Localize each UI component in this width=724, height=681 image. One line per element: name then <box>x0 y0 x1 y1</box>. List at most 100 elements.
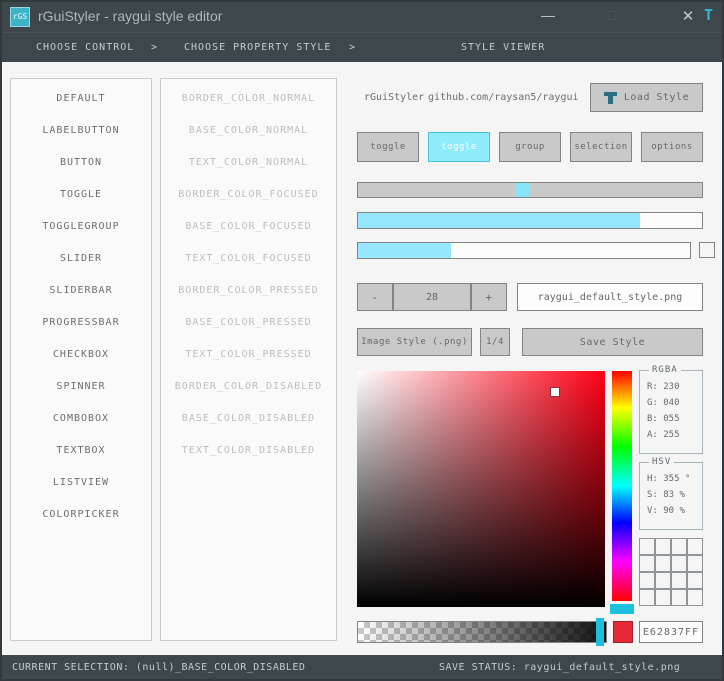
rgba-panel: RGBA R: 230 G: 040 B: 055 A: 255 <box>639 365 703 454</box>
palette-cell[interactable] <box>687 589 703 606</box>
tab-choose-control[interactable]: CHOOSE CONTROL <box>36 42 134 53</box>
demo-slider[interactable] <box>357 182 703 198</box>
color-picker-cursor[interactable] <box>550 387 561 398</box>
load-style-label: Load Style <box>623 92 690 103</box>
hsv-saturation-value: S: 83 % <box>647 490 685 500</box>
property-list-item[interactable]: BASE_COLOR_PRESSED <box>161 306 336 338</box>
rguistyler-window: rGS rGuiStyler - raygui style editor — □… <box>0 0 724 681</box>
property-list-item[interactable]: BORDER_COLOR_PRESSED <box>161 274 336 306</box>
hue-bar[interactable] <box>610 371 634 615</box>
toggle-button-group[interactable]: group <box>499 132 561 162</box>
repo-link: github.com/raysan5/raygui <box>428 92 579 103</box>
control-list-item[interactable]: COLORPICKER <box>11 498 151 530</box>
property-list-item[interactable]: TEXT_COLOR_DISABLED <box>161 434 336 466</box>
control-list-item[interactable]: SLIDERBAR <box>11 274 151 306</box>
control-list-item[interactable]: SPINNER <box>11 370 151 402</box>
palette-cell[interactable] <box>639 589 655 606</box>
corner-icon: T <box>704 6 714 24</box>
toggle-button-1[interactable]: toggle <box>357 132 419 162</box>
load-style-button[interactable]: Load Style <box>590 83 703 112</box>
palette-cell[interactable] <box>655 589 671 606</box>
control-list-item[interactable]: PROGRESSBAR <box>11 306 151 338</box>
save-status: SAVE STATUS: raygui_default_style.png <box>439 662 681 673</box>
property-list-item[interactable]: TEXT_COLOR_NORMAL <box>161 146 336 178</box>
color-picker-area[interactable] <box>357 371 605 607</box>
control-list-item[interactable]: CHECKBOX <box>11 338 151 370</box>
property-list-item[interactable]: BASE_COLOR_DISABLED <box>161 402 336 434</box>
statusbar: CURRENT SELECTION: (null)_BASE_COLOR_DIS… <box>2 655 722 679</box>
alpha-cursor[interactable] <box>596 618 605 646</box>
minimize-button[interactable]: — <box>538 7 558 23</box>
toggle-button-2-active[interactable]: toggle <box>428 132 490 162</box>
palette-cell[interactable] <box>655 555 671 572</box>
load-style-icon <box>603 91 617 104</box>
demo-progressbar <box>357 212 703 229</box>
maximize-button[interactable]: □ <box>602 7 622 23</box>
window-title: rGuiStyler - raygui style editor <box>38 8 223 24</box>
property-list-item[interactable]: BORDER_COLOR_NORMAL <box>161 82 336 114</box>
property-list-item[interactable]: TEXT_COLOR_FOCUSED <box>161 242 336 274</box>
property-list-item[interactable]: BASE_COLOR_FOCUSED <box>161 210 336 242</box>
rgba-blue-value: B: 055 <box>647 414 680 424</box>
demo-sliderbar[interactable] <box>357 242 691 259</box>
control-list-item[interactable]: COMBOBOX <box>11 402 151 434</box>
palette-cell[interactable] <box>655 538 671 555</box>
palette-cell[interactable] <box>687 555 703 572</box>
control-list-item[interactable]: LABELBUTTON <box>11 114 151 146</box>
palette-cell[interactable] <box>639 538 655 555</box>
chevron-right-icon: > <box>151 42 159 53</box>
toggle-button-options[interactable]: options <box>641 132 703 162</box>
property-list-item[interactable]: BORDER_COLOR_DISABLED <box>161 370 336 402</box>
small-checkbox[interactable] <box>699 242 715 258</box>
property-list-item[interactable]: TEXT_COLOR_PRESSED <box>161 338 336 370</box>
filename-textbox[interactable]: raygui_default_style.png <box>517 283 703 311</box>
palette-cell[interactable] <box>639 555 655 572</box>
hue-gradient <box>612 371 632 601</box>
rgba-green-value: G: 040 <box>647 398 680 408</box>
close-button[interactable]: ✕ <box>678 7 698 25</box>
hsv-value-value: V: 90 % <box>647 506 685 516</box>
palette-cell[interactable] <box>671 538 687 555</box>
image-style-button[interactable]: Image Style (.png) <box>357 328 472 356</box>
control-list-item[interactable]: TOGGLE <box>11 178 151 210</box>
palette-grid <box>639 538 703 606</box>
brand-label: rGuiStyler <box>364 92 425 103</box>
hue-cursor[interactable] <box>610 604 634 615</box>
sliderbar-fill <box>358 243 451 258</box>
toggle-button-selection[interactable]: selection <box>570 132 632 162</box>
control-list-item[interactable]: TOGGLEGROUP <box>11 210 151 242</box>
spinner-decrease-button[interactable]: - <box>357 283 393 311</box>
hex-value-box[interactable]: E62837FF <box>639 621 703 643</box>
section-tabs-bar: CHOOSE CONTROL > CHOOSE PROPERTY STYLE >… <box>2 32 722 62</box>
palette-cell[interactable] <box>671 572 687 589</box>
tab-choose-property-style[interactable]: CHOOSE PROPERTY STYLE <box>184 42 331 53</box>
alpha-bar[interactable] <box>357 618 607 646</box>
control-list-item[interactable]: SLIDER <box>11 242 151 274</box>
spinner-increase-button[interactable]: + <box>471 283 507 311</box>
palette-cell[interactable] <box>655 572 671 589</box>
rgba-alpha-value: A: 255 <box>647 430 680 440</box>
hsv-hue-value: H: 355 ° <box>647 474 691 484</box>
titlebar: rGS rGuiStyler - raygui style editor — □… <box>2 2 722 32</box>
progressbar-fill <box>358 213 641 228</box>
palette-cell[interactable] <box>687 538 703 555</box>
rgba-panel-title: RGBA <box>649 365 681 375</box>
palette-cell[interactable] <box>671 555 687 572</box>
control-list-item[interactable]: LISTVIEW <box>11 466 151 498</box>
control-list-item[interactable]: BUTTON <box>11 146 151 178</box>
control-list-item[interactable]: TEXTBOX <box>11 434 151 466</box>
property-list-item[interactable]: BORDER_COLOR_FOCUSED <box>161 178 336 210</box>
properties-list: BORDER_COLOR_NORMAL BASE_COLOR_NORMAL TEXT… <box>160 78 337 641</box>
tab-style-viewer[interactable]: STYLE VIEWER <box>461 42 545 53</box>
slider-handle[interactable] <box>515 183 531 197</box>
palette-cell[interactable] <box>687 572 703 589</box>
palette-cell[interactable] <box>639 572 655 589</box>
rgba-red-value: R: 230 <box>647 382 680 392</box>
ratio-button[interactable]: 1/4 <box>480 328 510 356</box>
property-list-item[interactable]: BASE_COLOR_NORMAL <box>161 114 336 146</box>
palette-cell[interactable] <box>671 589 687 606</box>
control-list-item[interactable]: DEFAULT <box>11 82 151 114</box>
save-style-button[interactable]: Save Style <box>522 328 703 356</box>
hsv-panel: HSV H: 355 ° S: 83 % V: 90 % <box>639 457 703 530</box>
spinner-value[interactable]: 28 <box>393 283 471 311</box>
